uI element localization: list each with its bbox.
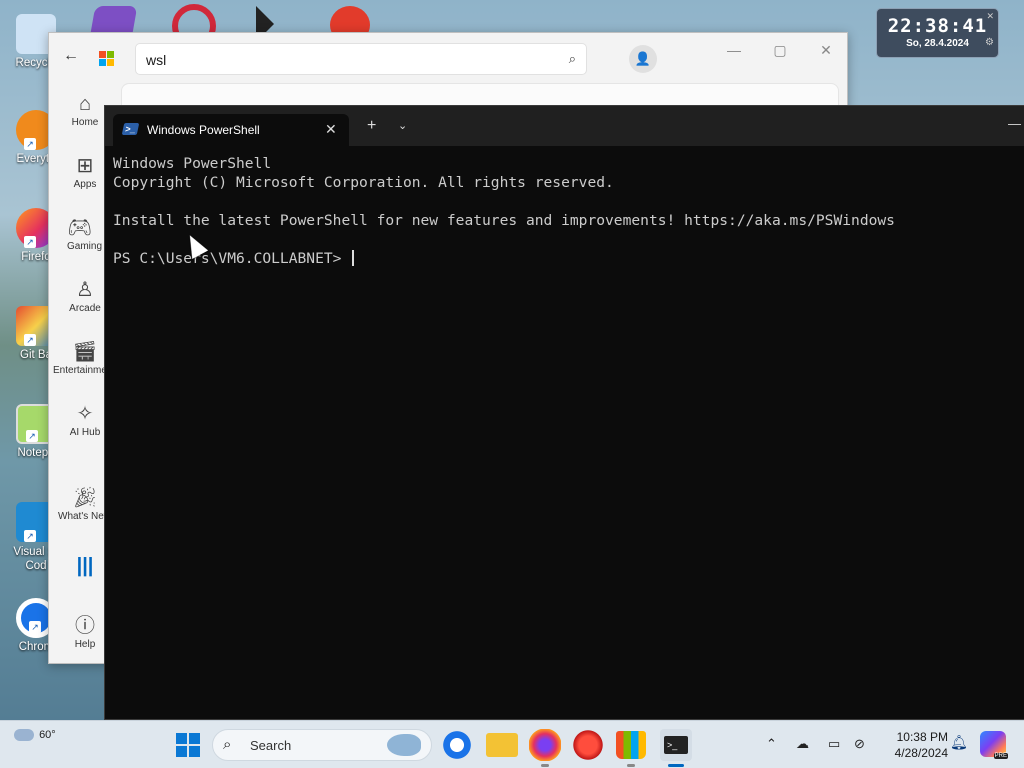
terminal-prompt-line[interactable]: PS C:\Users\VM6.COLLABNET> — [113, 249, 895, 268]
terminal-line: ​ — [113, 192, 895, 211]
network-icon[interactable]: ⊘ — [854, 736, 865, 752]
taskbar-time: 10:38 PM — [896, 730, 948, 744]
user-avatar-icon[interactable]: 👤 — [629, 45, 657, 73]
minimize-button[interactable]: — — [1008, 116, 1021, 131]
terminal-line: Copyright (C) Microsoft Corporation. All… — [113, 174, 614, 191]
taskbar-indicator-active — [668, 764, 684, 767]
taskbar-search-label: Search — [250, 738, 292, 753]
chevron-down-icon[interactable]: ⌄ — [398, 119, 407, 132]
weather-temp: 60° — [39, 729, 56, 741]
taskbar-red-app-icon[interactable] — [572, 729, 604, 761]
store-search-input[interactable]: wsl ⌕ — [135, 43, 587, 75]
onedrive-offline-icon[interactable]: ☁ — [796, 736, 809, 752]
terminal-window: >_ Windows PowerShell ✕ + ⌄ — Windows Po… — [104, 105, 1024, 720]
clock-widget-date: So, 28.4.2024 — [906, 38, 969, 49]
terminal-line: Install the latest PowerShell for new fe… — [113, 212, 895, 229]
taskbar-chrome-icon[interactable] — [441, 729, 473, 761]
terminal-icon: >_ — [664, 736, 688, 754]
terminal-tab-title: Windows PowerShell — [147, 123, 260, 137]
close-button[interactable]: ✕ — [803, 39, 849, 67]
back-arrow-icon[interactable]: ← — [63, 47, 79, 65]
notification-bell-icon[interactable]: 🔔︎ — [950, 734, 968, 751]
new-tab-button[interactable]: + — [367, 118, 376, 134]
clock-widget-time: 22:38:41 — [887, 15, 988, 37]
taskbar-store-icon[interactable] — [616, 731, 646, 759]
terminal-output[interactable]: Windows PowerShell Copyright (C) Microsof… — [113, 154, 895, 268]
taskbar-date: 4/28/2024 — [894, 746, 948, 760]
chevron-up-icon[interactable]: ⌃ — [766, 736, 777, 752]
taskbar-indicator — [627, 764, 635, 767]
minimize-button[interactable]: — — [711, 39, 757, 67]
terminal-prompt: PS C:\Users\VM6.COLLABNET> — [113, 250, 351, 267]
search-icon[interactable]: ⌕ — [569, 51, 576, 67]
close-tab-icon[interactable]: ✕ — [325, 121, 337, 138]
search-icon: ⌕ — [223, 736, 232, 753]
taskbar-clock[interactable]: 10:38 PM 4/28/2024 — [878, 729, 948, 761]
text-cursor — [352, 250, 355, 266]
taskbar-file-explorer-icon[interactable] — [486, 733, 518, 757]
search-highlight-icon — [387, 734, 421, 756]
start-button[interactable] — [176, 733, 200, 757]
gear-icon[interactable]: ⚙ — [985, 37, 994, 48]
display-icon[interactable]: ▭ — [828, 736, 840, 752]
store-search-value: wsl — [146, 52, 167, 68]
terminal-line: ​ — [113, 230, 895, 249]
maximize-button[interactable]: ▢ — [757, 39, 803, 67]
terminal-line: Windows PowerShell — [113, 155, 272, 172]
taskbar-indicator — [541, 764, 549, 767]
terminal-tab[interactable]: >_ Windows PowerShell ✕ — [113, 114, 349, 146]
taskbar-terminal-icon[interactable]: >_ — [660, 729, 692, 761]
terminal-tab-bar: >_ Windows PowerShell ✕ + ⌄ — — [105, 106, 1024, 146]
taskbar: 60° ⌕ Search >_ ⌃ ☁ ▭ ⊘ 10:38 PM 4/28/20… — [0, 720, 1024, 768]
copilot-icon[interactable]: PRE — [980, 731, 1008, 759]
cloud-icon — [14, 729, 34, 741]
close-icon[interactable]: ✕ — [986, 11, 994, 22]
store-logo-icon — [99, 51, 115, 67]
clock-widget: 22:38:41 So, 28.4.2024 ✕ ⚙ — [876, 8, 999, 58]
powershell-icon: >_ — [121, 123, 140, 135]
taskbar-firefox-icon[interactable] — [529, 729, 561, 761]
weather-widget[interactable]: 60° — [14, 729, 56, 741]
taskbar-search[interactable]: ⌕ Search — [212, 729, 432, 761]
